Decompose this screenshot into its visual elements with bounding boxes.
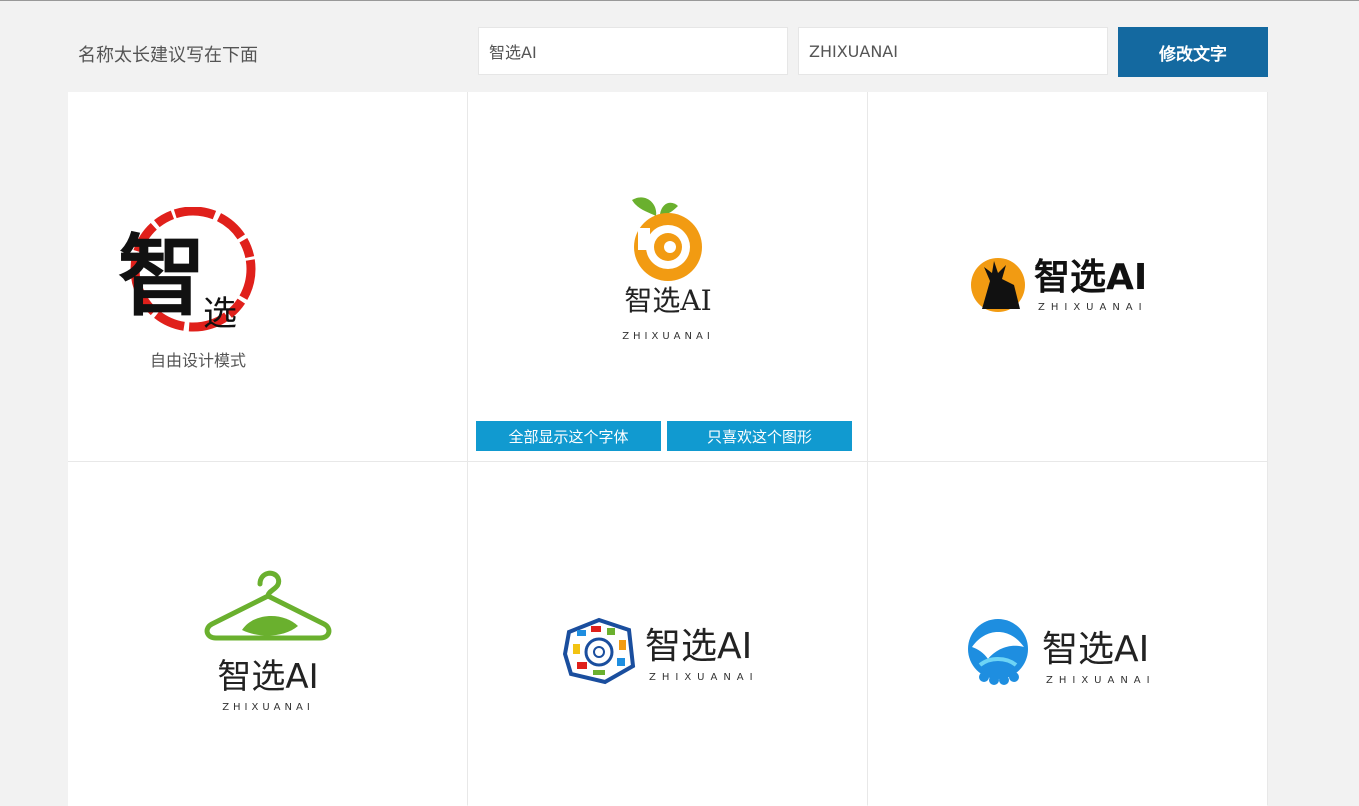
like-shape-button[interactable]: 只喜欢这个图形 (667, 421, 852, 451)
mosaic-logo-name: 智选AI (645, 626, 752, 667)
orange-logo: 智选AI ZHIXUANAI (598, 192, 738, 347)
logo-card-mosaic[interactable]: 智选AI ZHIXUANAI (468, 462, 867, 806)
deer-logo-name: 智选AI (1034, 257, 1147, 298)
hanger-icon (204, 570, 332, 641)
slogan-input[interactable] (798, 27, 1108, 75)
orange-logo-name: 智选AI (624, 284, 711, 317)
modify-text-button[interactable]: 修改文字 (1118, 27, 1268, 77)
deer-logo-sub: ZHIXUANAI (1038, 302, 1148, 313)
toolbar: 名称太长建议写在下面 修改文字 (0, 27, 1359, 77)
wave-icon (968, 619, 1028, 685)
mosaic-logo: 智选AI ZHIXUANAI (563, 614, 773, 689)
seal-logo: 智 选 (108, 207, 268, 347)
hanger-logo-name: 智选AI (217, 657, 318, 697)
orange-swirl-icon (632, 197, 702, 281)
wave-logo-sub: ZHIXUANAI (1046, 675, 1156, 686)
seal-char-2: 选 (203, 294, 237, 334)
show-all-font-button[interactable]: 全部显示这个字体 (476, 421, 661, 451)
top-border (0, 0, 1359, 1)
wave-logo: 智选AI ZHIXUANAI (966, 617, 1171, 692)
hanger-logo: 智选AI ZHIXUANAI (198, 564, 338, 714)
logo-card-deer[interactable]: 智选AI ZHIXUANAI (868, 92, 1267, 461)
logo-name-input[interactable] (478, 27, 788, 75)
deer-logo: 智选AI ZHIXUANAI (968, 247, 1168, 317)
mosaic-icon (563, 617, 636, 685)
mosaic-logo-sub: ZHIXUANAI (649, 672, 759, 683)
hanger-logo-sub: ZHIXUANAI (222, 702, 314, 713)
logo-card-free-design[interactable]: 智 选 自由设计模式 (68, 92, 467, 461)
deer-icon (971, 258, 1025, 312)
hint-text: 名称太长建议写在下面 (78, 45, 258, 66)
logo-card-wave[interactable]: 智选AI ZHIXUANAI (868, 462, 1267, 806)
logo-card-hanger[interactable]: 智选AI ZHIXUANAI (68, 462, 467, 806)
free-design-label: 自由设计模式 (149, 351, 246, 370)
wave-logo-name: 智选AI (1042, 629, 1149, 670)
logo-card-orange[interactable]: 智选AI ZHIXUANAI 全部显示这个字体 只喜欢这个图形 (468, 92, 867, 461)
logo-grid: 智 选 自由设计模式 智选AI ZHIXUANAI 全部显示这个字体 只喜欢这个… (68, 92, 1268, 806)
seal-char-1: 智 (118, 224, 206, 328)
orange-logo-sub: ZHIXUANAI (622, 331, 714, 342)
card-actions: 全部显示这个字体 只喜欢这个图形 (476, 421, 866, 451)
